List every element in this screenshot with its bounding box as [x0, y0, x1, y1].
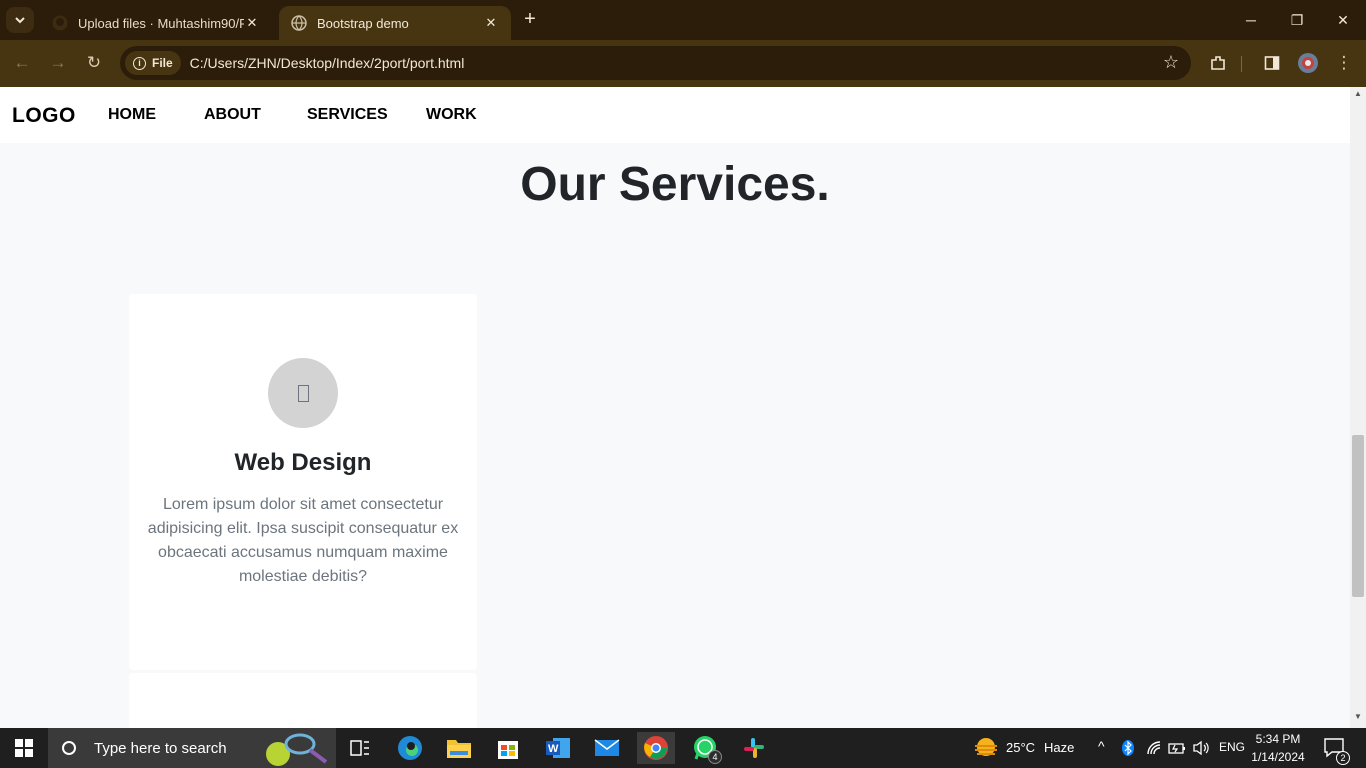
browser-toolbar: ← → ↻ i File C:/Users/ZHN/Desktop/Index/…: [0, 40, 1366, 87]
tab-upload-files[interactable]: Upload files · Muhtashim90/Portfolio ✕: [40, 6, 272, 40]
info-icon: i: [133, 56, 146, 70]
nav-work[interactable]: WORK: [426, 106, 477, 124]
site-logo[interactable]: LOGO: [12, 104, 76, 128]
new-tab-button[interactable]: +: [519, 9, 541, 31]
weather-desc[interactable]: Haze: [1044, 740, 1074, 755]
service-card-title: Web Design: [234, 449, 372, 476]
profile-avatar[interactable]: [1294, 50, 1322, 76]
edge-icon[interactable]: [391, 732, 429, 764]
nav-services[interactable]: SERVICES: [307, 106, 388, 124]
globe-icon: [291, 15, 307, 31]
tab-title: Bootstrap demo: [317, 15, 409, 31]
github-icon: [52, 15, 68, 31]
missing-glyph-icon: [297, 384, 309, 402]
site-navbar: LOGO HOME ABOUT SERVICES WORK: [0, 87, 1350, 143]
browser-tabstrip: Upload files · Muhtashim90/Portfolio ✕ B…: [0, 0, 1366, 40]
scroll-down-arrow[interactable]: ▼: [1350, 712, 1366, 726]
tab-title: Upload files · Muhtashim90/Portfolio: [78, 15, 244, 31]
service-card-text: Lorem ipsum dolor sit amet consectetur a…: [147, 496, 459, 585]
page-viewport: LOGO HOME ABOUT SERVICES WORK Our Servic…: [0, 87, 1350, 728]
nav-home[interactable]: HOME: [108, 106, 156, 124]
reload-button[interactable]: ↻: [80, 50, 108, 76]
volume-icon[interactable]: [1192, 740, 1210, 761]
chevron-down-icon: [15, 17, 25, 24]
address-bar[interactable]: i File C:/Users/ZHN/Desktop/Index/2port/…: [120, 46, 1191, 80]
side-panel-icon[interactable]: [1258, 50, 1286, 76]
wifi-icon[interactable]: [1146, 740, 1162, 761]
windows-taskbar: Type here to search W 4 25°C Haze ^ ENG …: [0, 728, 1366, 768]
toolbar-divider: [1241, 56, 1242, 72]
scroll-thumb[interactable]: [1352, 435, 1364, 597]
file-explorer-icon[interactable]: [440, 732, 478, 764]
taskbar-search-box[interactable]: Type here to search: [48, 728, 336, 768]
language-indicator[interactable]: ENG: [1219, 740, 1245, 754]
weather-haze-icon[interactable]: [973, 737, 999, 764]
slack-icon[interactable]: [735, 732, 773, 764]
section-heading: Our Services.: [520, 158, 830, 211]
close-icon[interactable]: ✕: [244, 15, 260, 31]
search-placeholder: Type here to search: [94, 739, 227, 757]
nav-about[interactable]: ABOUT: [204, 106, 261, 124]
menu-kebab-icon[interactable]: ⋮: [1330, 50, 1358, 76]
search-icon: [62, 741, 76, 755]
chip-label: File: [152, 56, 173, 70]
bookmark-star-icon[interactable]: ☆: [1163, 52, 1179, 73]
extensions-icon[interactable]: [1204, 50, 1232, 76]
service-card: Web Design Lorem ipsum dolor sit amet co…: [129, 294, 477, 670]
back-button[interactable]: ←: [8, 50, 36, 76]
bluetooth-icon[interactable]: [1122, 740, 1134, 761]
task-view-icon[interactable]: [341, 732, 379, 764]
weather-temp[interactable]: 25°C: [1006, 740, 1035, 755]
clock-date: 1/14/2024: [1251, 750, 1305, 764]
svg-text:W: W: [548, 743, 559, 755]
service-card-next: [129, 673, 477, 728]
restore-button[interactable]: ❐: [1274, 0, 1320, 40]
close-window-button[interactable]: ✕: [1320, 0, 1366, 40]
mail-icon[interactable]: [588, 732, 626, 764]
windows-start-icon[interactable]: [0, 728, 48, 768]
chrome-icon[interactable]: [637, 732, 675, 764]
scroll-up-arrow[interactable]: ▲: [1350, 89, 1366, 103]
tab-search-button[interactable]: [6, 7, 34, 33]
url-text[interactable]: C:/Users/ZHN/Desktop/Index/2port/port.ht…: [190, 55, 465, 71]
taskbar-clock[interactable]: 5:34 PM 1/14/2024: [1245, 730, 1311, 766]
close-icon[interactable]: ✕: [483, 15, 499, 31]
site-info-chip[interactable]: i File: [125, 51, 181, 75]
tab-bootstrap-demo[interactable]: Bootstrap demo ✕: [279, 6, 511, 40]
tennis-search-highlight-icon: [266, 733, 328, 766]
battery-icon[interactable]: [1168, 741, 1186, 760]
whatsapp-badge: 4: [708, 750, 722, 764]
word-icon[interactable]: W: [539, 732, 577, 764]
microsoft-store-icon[interactable]: [489, 732, 527, 764]
notifications-icon[interactable]: 2: [1324, 738, 1350, 765]
service-icon-circle: [268, 358, 338, 428]
clock-time: 5:34 PM: [1255, 732, 1301, 746]
page-scrollbar[interactable]: ▲ ▼: [1350, 87, 1366, 728]
forward-button[interactable]: →: [44, 50, 72, 76]
notifications-badge: 2: [1336, 751, 1350, 765]
chevron-up-icon[interactable]: ^: [1098, 738, 1105, 754]
whatsapp-icon[interactable]: 4: [686, 732, 724, 764]
minimize-button[interactable]: ─: [1228, 0, 1274, 40]
